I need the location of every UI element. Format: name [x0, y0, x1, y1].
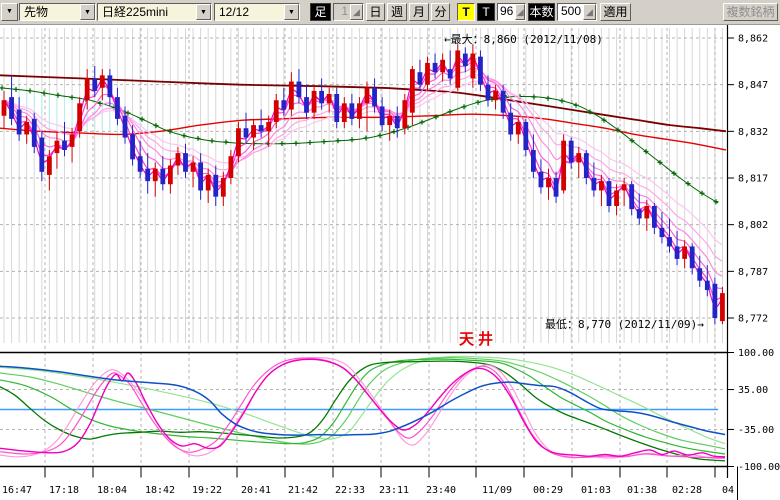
contract-month-value: 12/12 [215, 4, 284, 20]
spinner-grip-icon[interactable]: ◢ [583, 4, 596, 20]
svg-text:23:40: 23:40 [426, 485, 456, 496]
market-select-value: 先物 [20, 4, 80, 20]
symbol-select-value: 日経225mini [98, 4, 196, 20]
market-select[interactable]: 先物 ▼ [19, 3, 96, 21]
svg-text:11/09: 11/09 [482, 485, 512, 496]
svg-text:17:18: 17:18 [49, 485, 79, 496]
svg-text:19:22: 19:22 [192, 485, 222, 496]
svg-text:23:11: 23:11 [379, 485, 409, 496]
svg-text:8,772: 8,772 [738, 314, 768, 325]
contract-month-select[interactable]: 12/12 ▼ [214, 3, 300, 21]
svg-text:02:28: 02:28 [672, 485, 702, 496]
interval-spinner[interactable]: 1 ◢ [333, 3, 364, 21]
toolbar: ▼ 先物 ▼ 日経225mini ▼ 12/12 ▼ 足 1 ◢ 日 週 月 分… [0, 0, 780, 25]
svg-text:18:04: 18:04 [97, 485, 127, 496]
ceiling-annotation: 天井 [459, 328, 497, 349]
apply-button[interactable]: 適用 [600, 3, 631, 21]
svg-text:100.00: 100.00 [738, 348, 774, 359]
period-minute-button[interactable]: 分 [431, 3, 450, 21]
bar-count-value: 500 [558, 4, 583, 20]
svg-text:01:38: 01:38 [627, 485, 657, 496]
svg-text:00:29: 00:29 [533, 485, 563, 496]
tick-count-spinner[interactable]: 96 ◢ [497, 3, 526, 21]
period-month-button[interactable]: 月 [409, 3, 429, 21]
spinner-grip-icon[interactable]: ◢ [515, 4, 525, 20]
price-chart-canvas: 8,862 8,847 8,832 8,817 8,802 8,787 8,772 100.0… [0, 0, 780, 500]
max-price-annotation: ←最大：8,860 (2012/11/08) [444, 31, 603, 47]
chart-application-window: ▼ 先物 ▼ 日経225mini ▼ 12/12 ▼ 足 1 ◢ 日 週 月 分… [0, 0, 780, 500]
svg-text:-35.00: -35.00 [738, 425, 774, 436]
tick-count-value: 96 [498, 4, 515, 20]
chevron-down-icon[interactable]: ▼ [1, 3, 18, 21]
svg-text:8,832: 8,832 [738, 127, 768, 138]
chevron-down-icon[interactable]: ▼ [196, 4, 211, 20]
multi-symbol-button[interactable]: 複数銘柄 [723, 3, 778, 21]
tick-toggle-button[interactable]: T [457, 3, 475, 21]
svg-text:22:33: 22:33 [335, 485, 365, 496]
period-week-button[interactable]: 週 [387, 3, 407, 21]
svg-text:8,802: 8,802 [738, 220, 768, 231]
svg-text:18:42: 18:42 [145, 485, 175, 496]
svg-text:20:41: 20:41 [241, 485, 271, 496]
svg-text:16:47: 16:47 [2, 485, 32, 496]
tick-mode-label[interactable]: T [477, 3, 495, 21]
period-day-button[interactable]: 日 [366, 3, 385, 21]
svg-text:35.00: 35.00 [738, 385, 768, 396]
svg-text:8,817: 8,817 [738, 174, 768, 185]
svg-text:01:03: 01:03 [581, 485, 611, 496]
spinner-grip-icon[interactable]: ◢ [350, 4, 363, 20]
bar-count-spinner[interactable]: 500 ◢ [557, 3, 597, 21]
svg-text:-100.00: -100.00 [738, 462, 780, 473]
chevron-down-icon[interactable]: ▼ [80, 4, 95, 20]
svg-text:04: 04 [722, 485, 734, 496]
svg-text:8,787: 8,787 [738, 267, 768, 278]
svg-text:8,862: 8,862 [738, 34, 768, 45]
interval-value: 1 [334, 4, 350, 20]
chevron-down-icon[interactable]: ▼ [284, 4, 299, 20]
min-price-annotation: 最低：8,770 (2012/11/09)→ [545, 316, 704, 332]
symbol-select[interactable]: 日経225mini ▼ [97, 3, 212, 21]
svg-text:21:42: 21:42 [288, 485, 318, 496]
bars-label: 本数 [528, 3, 555, 21]
bar-type-button[interactable]: 足 [310, 3, 331, 21]
svg-text:8,847: 8,847 [738, 80, 768, 91]
